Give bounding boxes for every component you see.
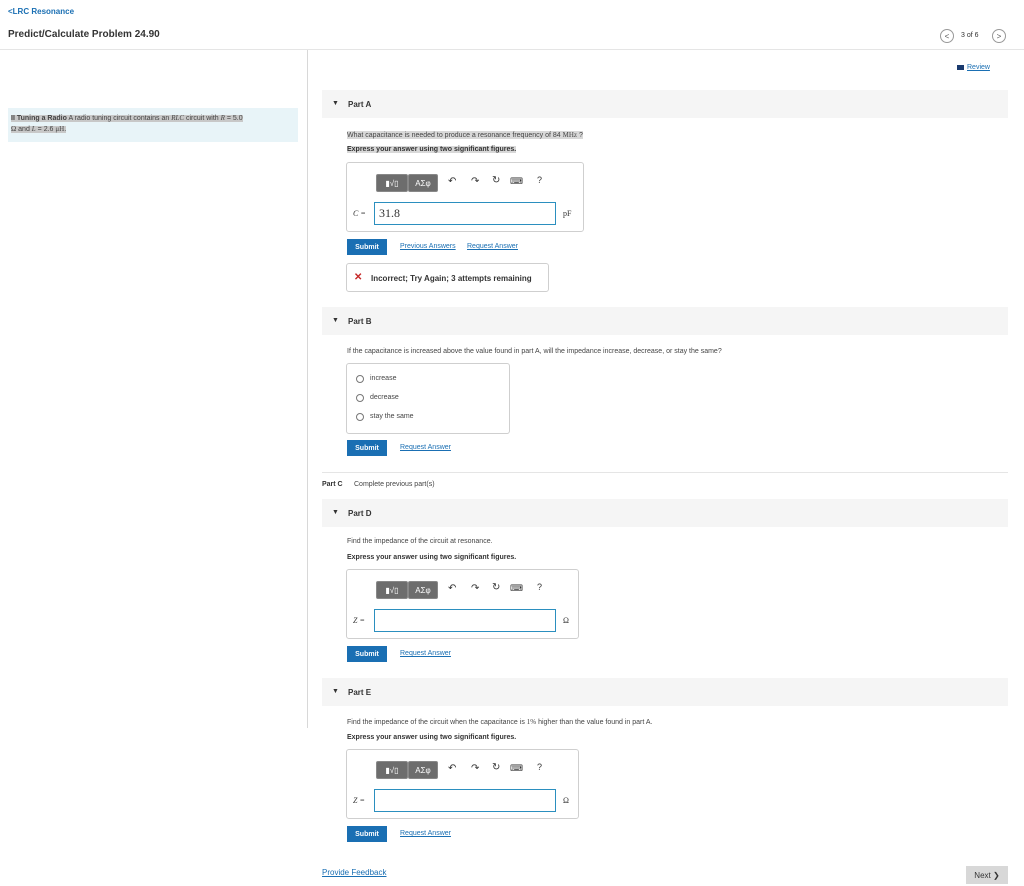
- greek-symbols-button[interactable]: ΑΣφ: [408, 761, 438, 779]
- next-problem-button[interactable]: >: [992, 29, 1006, 43]
- redo-icon[interactable]: ↷: [471, 763, 479, 774]
- request-answer-link[interactable]: Request Answer: [400, 830, 451, 837]
- part-c-title: Part C: [322, 481, 343, 488]
- part-d-submit-button[interactable]: Submit: [347, 646, 387, 662]
- undo-icon[interactable]: ↶: [448, 583, 456, 594]
- part-b-submit-button[interactable]: Submit: [347, 440, 387, 456]
- part-d-title: Part D: [348, 509, 372, 518]
- part-a-submit-button[interactable]: Submit: [347, 239, 387, 255]
- part-d-question: Find the impedance of the circuit at res…: [347, 538, 493, 545]
- templates-button[interactable]: ▮√▯: [376, 174, 408, 192]
- back-link[interactable]: <LRC Resonance: [8, 7, 74, 16]
- unit-label: Ω: [563, 796, 569, 805]
- radio-stay-the-same[interactable]: [356, 413, 364, 421]
- part-b-question: If the capacitance is increased above th…: [347, 348, 722, 355]
- option-label: stay the same: [370, 413, 414, 420]
- radio-increase[interactable]: [356, 375, 364, 383]
- option-label: increase: [370, 375, 397, 382]
- problem-intro-text: II Tuning a Radio A radio tuning circuit…: [11, 114, 243, 133]
- part-d-answer-input[interactable]: [374, 609, 556, 632]
- part-d-header[interactable]: [322, 499, 1008, 527]
- request-answer-link[interactable]: Request Answer: [400, 650, 451, 657]
- reset-icon[interactable]: ↻: [492, 762, 500, 773]
- unit-label: Ω: [563, 616, 569, 625]
- request-answer-link[interactable]: Request Answer: [400, 444, 451, 451]
- part-e-answer-input[interactable]: [374, 789, 556, 812]
- redo-icon[interactable]: ↷: [471, 583, 479, 594]
- chevron-right-icon: >: [996, 31, 1002, 41]
- keyboard-icon[interactable]: ⌨: [510, 583, 523, 594]
- part-e-instruction: Express your answer using two significan…: [347, 734, 517, 741]
- chevron-right-icon: ❯: [992, 870, 1000, 880]
- caret-down-icon[interactable]: ▼: [332, 688, 339, 695]
- part-a-header[interactable]: [322, 90, 1008, 118]
- part-c-status: Complete previous part(s): [354, 481, 435, 488]
- var-label-z: Z =: [353, 616, 365, 625]
- part-a-instruction: Express your answer using two significan…: [347, 146, 517, 153]
- part-b-header[interactable]: [322, 307, 1008, 335]
- unit-label: pF: [563, 209, 572, 218]
- templates-button[interactable]: ▮√▯: [376, 761, 408, 779]
- chevron-left-icon: <: [944, 31, 950, 41]
- review-link[interactable]: Review: [957, 64, 990, 71]
- keyboard-icon[interactable]: ⌨: [510, 763, 523, 774]
- incorrect-icon: ✕: [354, 272, 363, 283]
- caret-down-icon[interactable]: ▼: [332, 509, 339, 516]
- pager-count: 3 of 6: [961, 32, 979, 39]
- undo-icon[interactable]: ↶: [448, 176, 456, 187]
- caret-down-icon[interactable]: ▼: [332, 100, 339, 107]
- part-c-divider: [322, 472, 1008, 473]
- part-e-submit-button[interactable]: Submit: [347, 826, 387, 842]
- part-a-title: Part A: [348, 100, 372, 109]
- undo-icon[interactable]: ↶: [448, 763, 456, 774]
- keyboard-icon[interactable]: ⌨: [510, 176, 523, 187]
- greek-symbols-button[interactable]: ΑΣφ: [408, 581, 438, 599]
- help-button[interactable]: ?: [537, 762, 542, 772]
- review-icon: [957, 64, 964, 70]
- help-button[interactable]: ?: [537, 582, 542, 592]
- next-button[interactable]: Next ❯: [966, 866, 1008, 884]
- part-d-instruction: Express your answer using two significan…: [347, 554, 517, 561]
- part-a-answer-input[interactable]: 31.8: [374, 202, 556, 225]
- header-divider: [0, 49, 1024, 50]
- var-label-z: Z =: [353, 796, 365, 805]
- greek-symbols-button[interactable]: ΑΣφ: [408, 174, 438, 192]
- help-button[interactable]: ?: [537, 175, 542, 185]
- reset-icon[interactable]: ↻: [492, 175, 500, 186]
- pane-divider: [307, 50, 308, 728]
- part-e-title: Part E: [348, 688, 372, 697]
- caret-down-icon[interactable]: ▼: [332, 317, 339, 324]
- reset-icon[interactable]: ↻: [492, 582, 500, 593]
- prev-problem-button[interactable]: <: [940, 29, 954, 43]
- page-title: Predict/Calculate Problem 24.90: [8, 29, 160, 40]
- previous-answers-link[interactable]: Previous Answers: [400, 243, 456, 250]
- option-label: decrease: [370, 394, 399, 401]
- part-e-header[interactable]: [322, 678, 1008, 706]
- part-e-question: Find the impedance of the circuit when t…: [347, 718, 653, 726]
- part-b-title: Part B: [348, 317, 372, 326]
- radio-decrease[interactable]: [356, 394, 364, 402]
- redo-icon[interactable]: ↷: [471, 176, 479, 187]
- feedback-text: Incorrect; Try Again; 3 attempts remaini…: [371, 274, 532, 283]
- var-label-c: C =: [353, 209, 366, 218]
- part-a-question: What capacitance is needed to produce a …: [347, 131, 583, 139]
- provide-feedback-link[interactable]: Provide Feedback: [322, 868, 386, 877]
- request-answer-link[interactable]: Request Answer: [467, 243, 518, 250]
- templates-button[interactable]: ▮√▯: [376, 581, 408, 599]
